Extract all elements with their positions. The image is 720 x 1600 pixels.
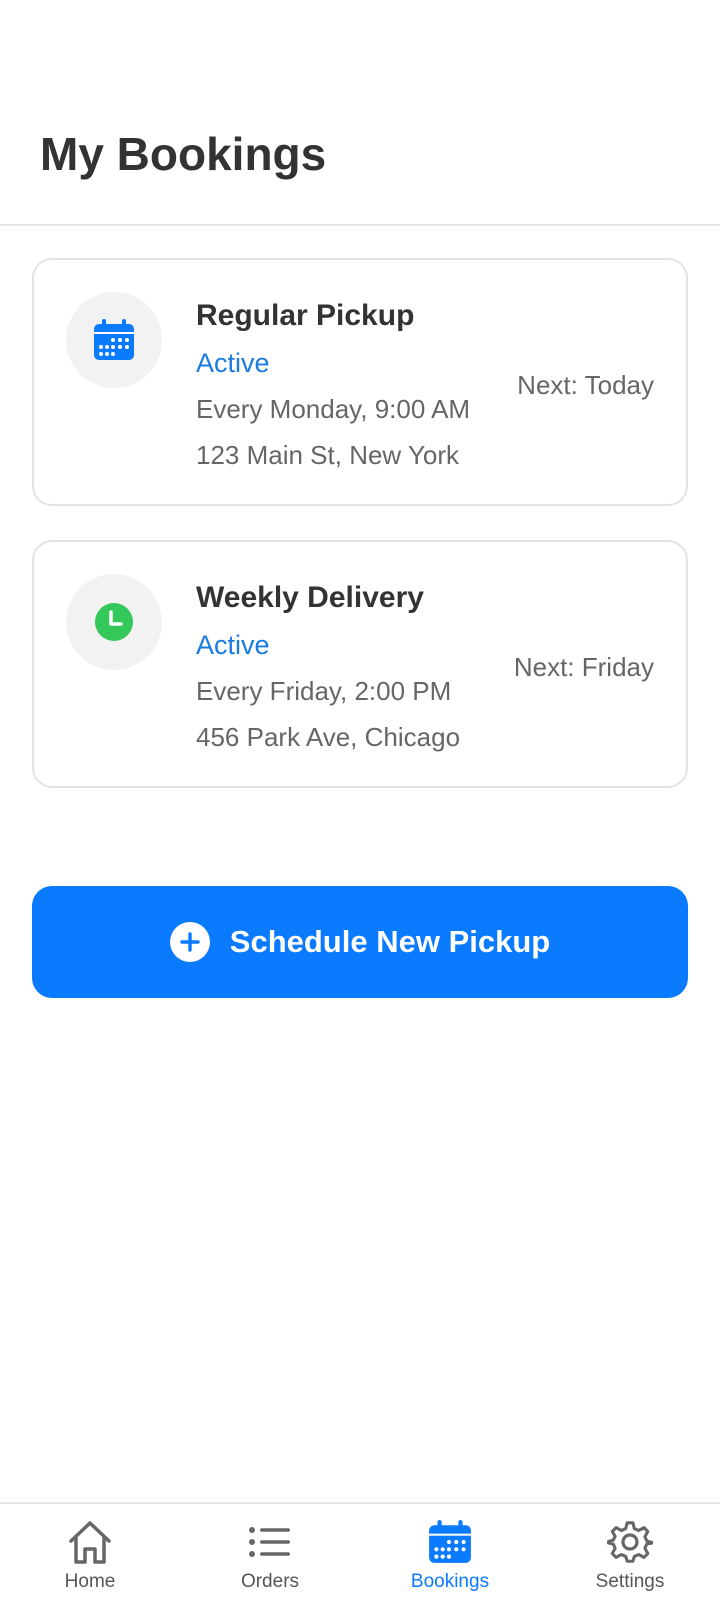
gear-icon bbox=[605, 1518, 655, 1566]
tab-home[interactable]: Home bbox=[0, 1504, 180, 1600]
calendar-icon bbox=[66, 292, 162, 388]
tab-label: Settings bbox=[595, 1571, 665, 1592]
schedule-new-pickup-button[interactable]: Schedule New Pickup bbox=[32, 886, 688, 998]
tab-label: Orders bbox=[240, 1571, 300, 1592]
booking-title: Regular Pickup bbox=[196, 299, 415, 332]
booking-card-regular-pickup[interactable]: Regular Pickup Active Every Monday, 9:00… bbox=[32, 258, 688, 506]
next-occurrence: Next: Friday bbox=[513, 652, 654, 682]
booking-card-weekly-delivery[interactable]: Weekly Delivery Active Every Friday, 2:0… bbox=[32, 540, 688, 788]
tab-orders[interactable]: Orders bbox=[180, 1504, 360, 1600]
tab-settings[interactable]: Settings bbox=[540, 1504, 720, 1600]
home-icon bbox=[65, 1518, 115, 1566]
tab-label: Bookings bbox=[410, 1571, 490, 1592]
booking-schedule: Every Monday, 9:00 AM bbox=[196, 394, 471, 424]
plus-circle-icon bbox=[169, 922, 210, 962]
next-occurrence: Next: Today bbox=[517, 370, 654, 400]
list-icon bbox=[245, 1518, 295, 1566]
bottom-tab-bar: Home Orders Bookings Settings bbox=[0, 1502, 720, 1600]
calendar-icon bbox=[425, 1518, 475, 1566]
header: My Bookings bbox=[0, 0, 720, 226]
tab-label: Home bbox=[64, 1571, 116, 1592]
tab-bookings[interactable]: Bookings bbox=[360, 1504, 540, 1600]
status-badge: Active bbox=[196, 348, 270, 378]
clock-icon bbox=[66, 574, 162, 670]
page-title: My Bookings bbox=[40, 128, 327, 180]
booking-title: Weekly Delivery bbox=[196, 581, 424, 614]
booking-address: 123 Main St, New York bbox=[196, 440, 460, 470]
schedule-button-label: Schedule New Pickup bbox=[229, 924, 551, 959]
booking-schedule: Every Friday, 2:00 PM bbox=[196, 676, 452, 706]
booking-address: 456 Park Ave, Chicago bbox=[196, 722, 461, 752]
status-badge: Active bbox=[196, 630, 270, 660]
